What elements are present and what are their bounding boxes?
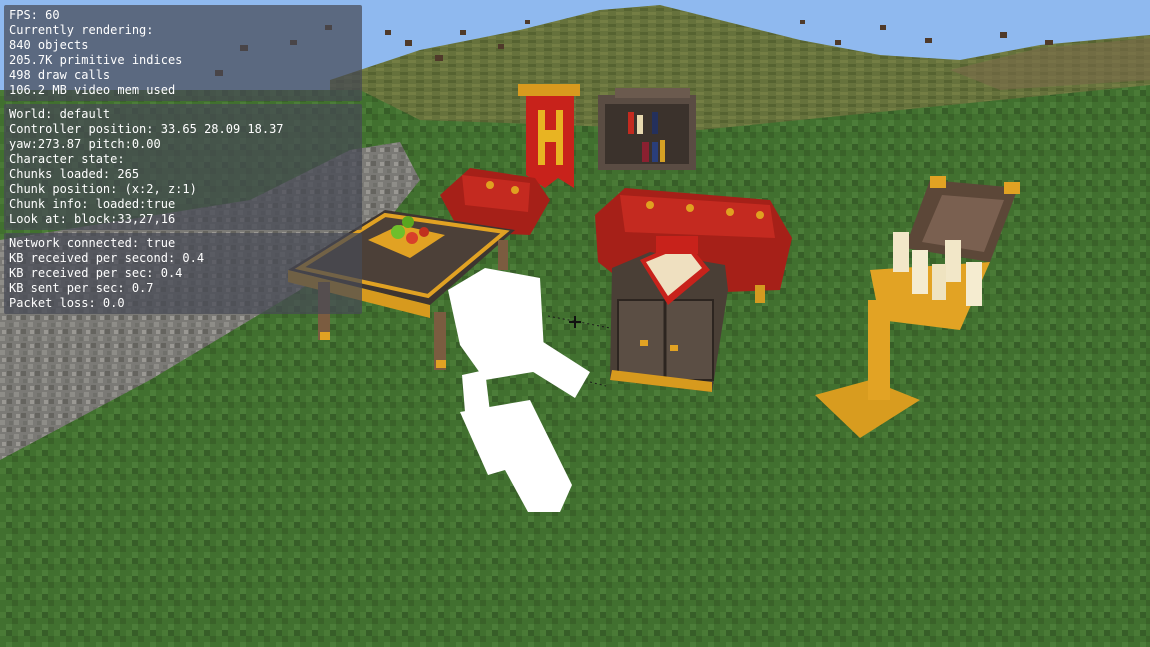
bookshelf [598,88,696,170]
yaw-pitch: yaw:273.87 pitch:0.00 [9,137,161,151]
look-at: Look at: block:33,27,16 [9,212,176,226]
controller-position: Controller position: 33.65 28.09 18.37 [9,122,284,136]
primitive-indices: 205.7K primitive indices [9,53,183,67]
objects-count: 840 objects [9,38,89,52]
kb-received-per-sec: KB received per sec: 0.4 [9,266,183,280]
draw-calls: 498 draw calls [9,68,111,82]
debug-overlay: FPS: 60 Currently rendering: 840 objects… [4,5,362,317]
chunk-info: Chunk info: loaded:true [9,197,176,211]
network-panel: Network connected: true KB received per … [4,233,362,314]
heraldic-banner [518,84,580,188]
crosshair [569,316,581,328]
world-name: World: default [9,107,111,121]
chunk-position: Chunk position: (x:2, z:1) [9,182,197,196]
rendering-label: Currently rendering: [9,23,154,37]
network-connected: Network connected: true [9,236,176,250]
world-panel: World: default Controller position: 33.6… [4,104,362,230]
video-mem: 106.2 MB video mem used [9,83,176,97]
performance-panel: FPS: 60 Currently rendering: 840 objects… [4,5,362,101]
kb-received-per-second: KB received per second: 0.4 [9,251,205,265]
kb-sent-per-sec: KB sent per sec: 0.7 [9,281,154,295]
fps-text: FPS: 60 [9,8,60,22]
packet-loss: Packet loss: 0.0 [9,296,125,310]
chunks-loaded: Chunks loaded: 265 [9,167,140,181]
character-state: Character state: [9,152,125,166]
